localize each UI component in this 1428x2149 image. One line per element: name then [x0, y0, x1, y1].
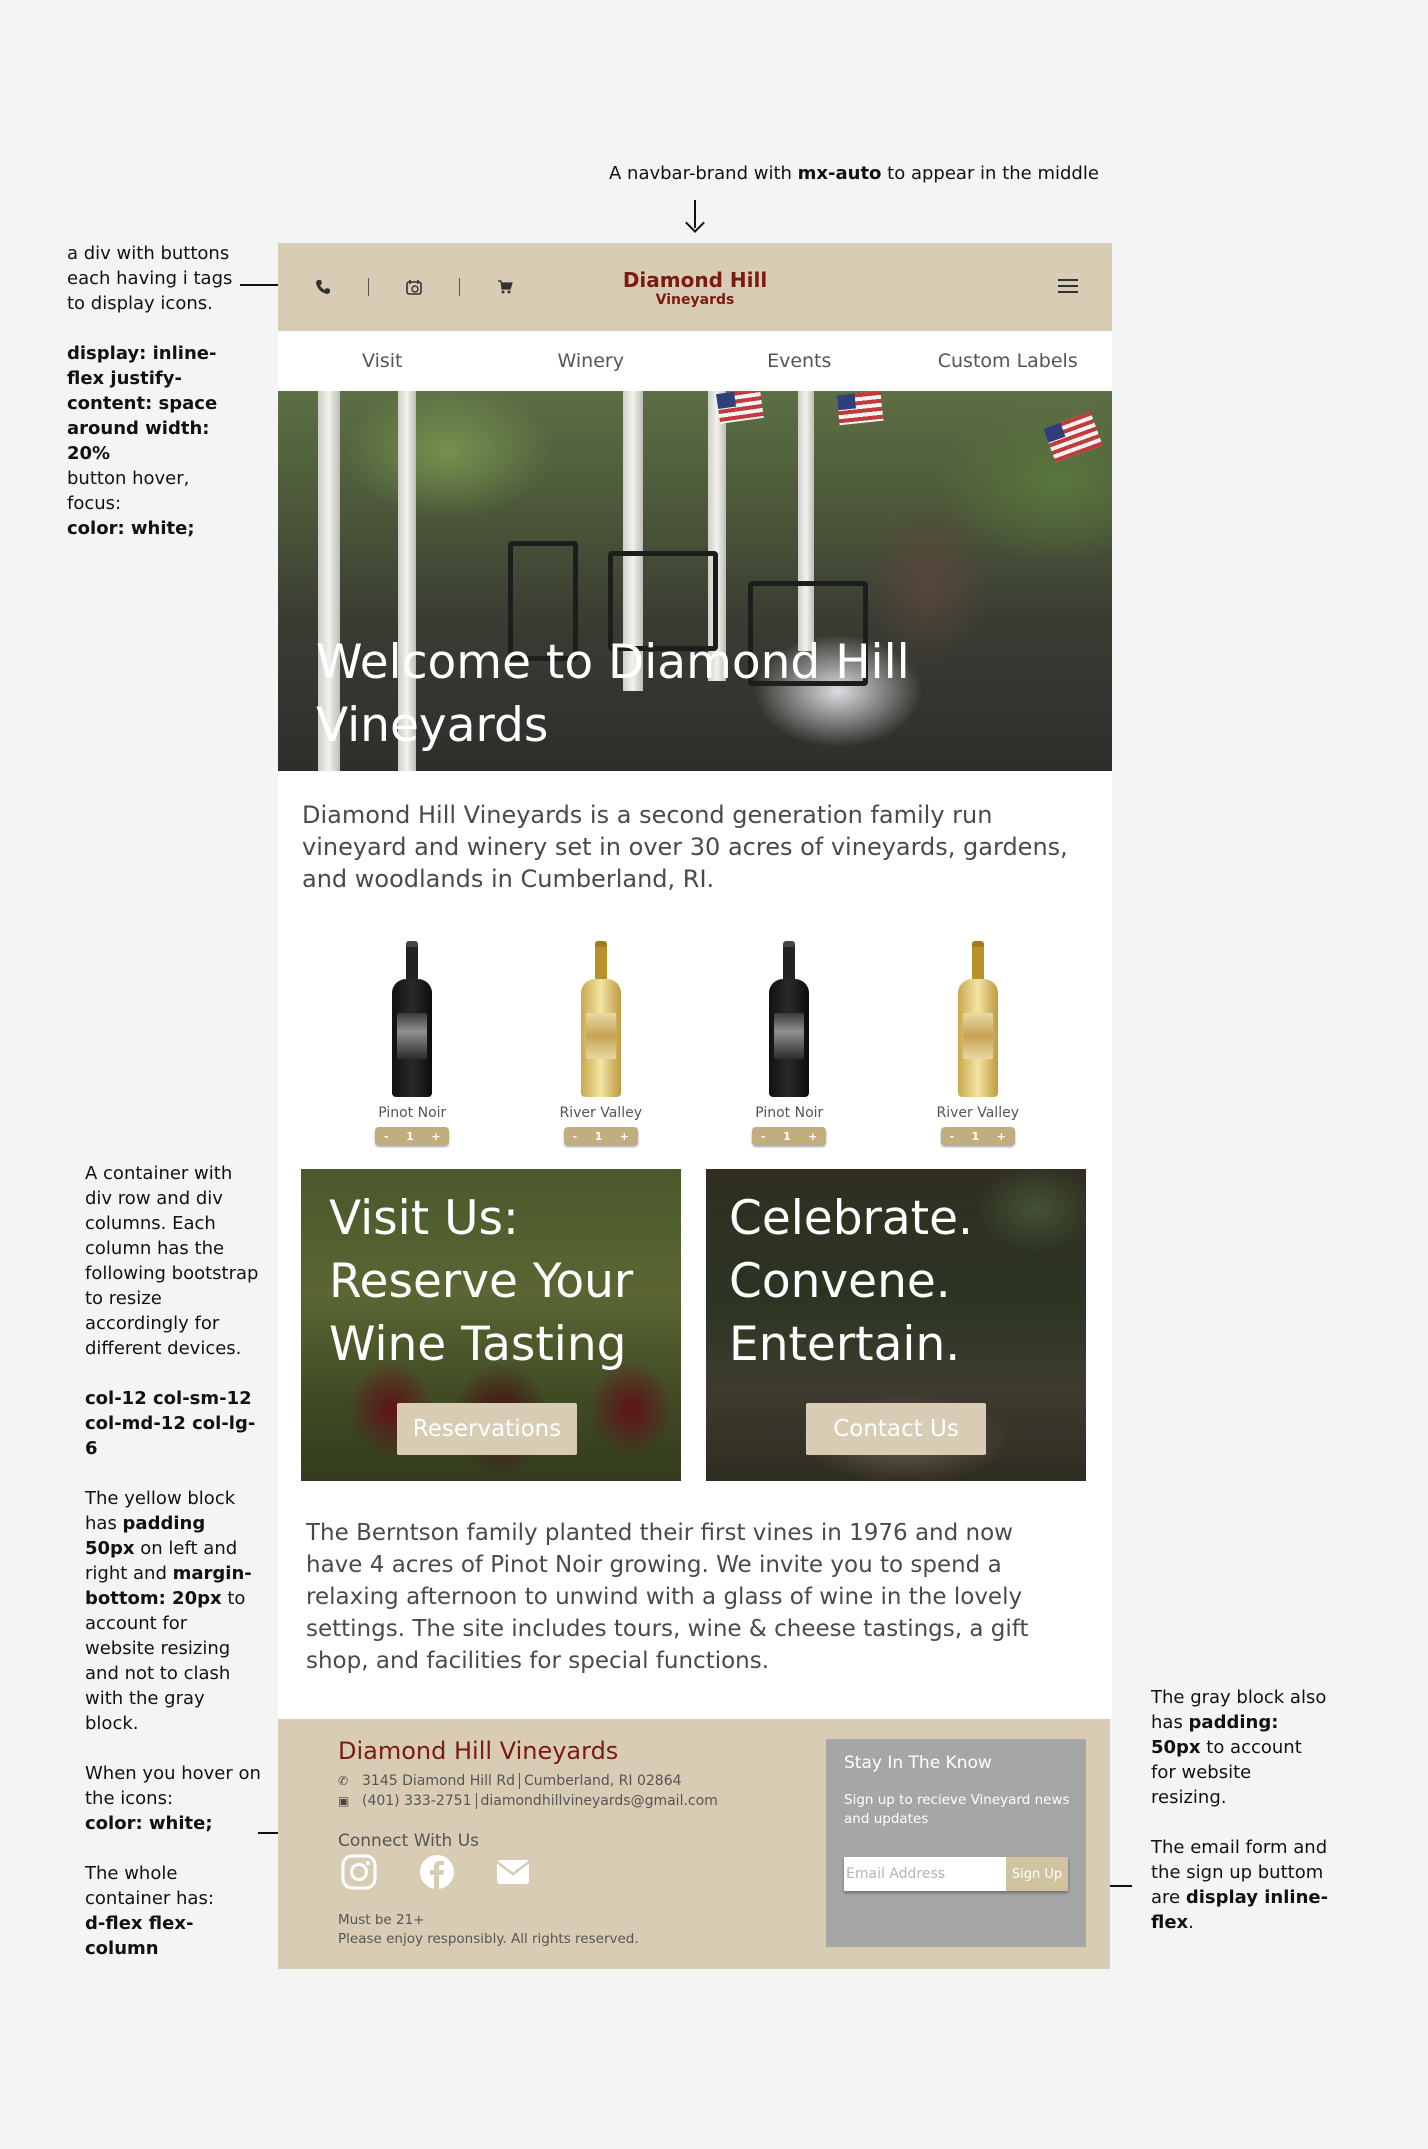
footer-phone[interactable]: (401) 333-2751	[362, 1793, 472, 1809]
newsletter-block: Stay In The Know Sign up to recieve Vine…	[826, 1739, 1086, 1947]
main-nav: Visit Winery Events Custom Labels	[278, 331, 1112, 391]
footer-email[interactable]: diamondhillvineyards@gmail.com	[481, 1793, 718, 1809]
arrow-down	[694, 200, 696, 228]
visit-card-title: Visit Us: Reserve Your Wine Tasting	[329, 1191, 634, 1372]
american-flag	[716, 391, 764, 424]
wine-name: Pinot Noir	[755, 1105, 824, 1121]
connect-heading: Connect With Us	[338, 1831, 479, 1851]
annotation-icon-buttons: a div with buttons each having i tags to…	[67, 243, 233, 539]
wine-item: Pinot Noir - 1 +	[357, 941, 467, 1145]
newsletter-title: Stay In The Know	[844, 1753, 992, 1773]
american-flag	[1043, 411, 1103, 463]
quantity-stepper: - 1 +	[940, 1127, 1015, 1145]
map-icon: ▣	[338, 1794, 350, 1808]
wine-item: River Valley - 1 +	[546, 941, 656, 1145]
hero-title: Welcome to Diamond Hill Vineyards	[316, 635, 910, 753]
quantity-value: 1	[406, 1129, 414, 1143]
decrement-button[interactable]: -	[384, 1130, 389, 1143]
quantity-stepper: - 1 +	[375, 1127, 450, 1145]
increment-button[interactable]: +	[997, 1130, 1006, 1143]
facebook-icon[interactable]	[418, 1853, 458, 1893]
increment-button[interactable]: +	[620, 1130, 629, 1143]
footer-address-row: ✆ 3145 Diamond Hill Rd Cumberland, RI 02…	[338, 1773, 682, 1789]
celebrate-card: Celebrate. Convene. Entertain. Contact U…	[706, 1169, 1086, 1481]
wine-bottle-image[interactable]	[769, 941, 810, 1097]
american-flag	[836, 391, 884, 426]
increment-button[interactable]: +	[431, 1130, 440, 1143]
newsletter-form: Sign Up	[844, 1857, 1068, 1891]
content-area: Diamond Hill Vineyards is a second gener…	[278, 771, 1112, 1719]
instagram-icon[interactable]	[340, 1853, 380, 1893]
wine-name: River Valley	[559, 1105, 642, 1121]
wine-bottle-image[interactable]	[957, 941, 998, 1097]
footer-title: Diamond Hill Vineyards	[338, 1737, 619, 1765]
reservations-button[interactable]: Reservations	[397, 1403, 577, 1455]
quantity-value: 1	[971, 1129, 980, 1143]
wine-name: Pinot Noir	[378, 1105, 447, 1121]
quantity-value: 1	[594, 1129, 603, 1143]
phone-small-icon: ✆	[338, 1774, 349, 1788]
contact-us-button[interactable]: Contact Us	[806, 1403, 986, 1455]
increment-button[interactable]: +	[808, 1130, 817, 1143]
mail-icon[interactable]	[494, 1853, 534, 1893]
quantity-value: 1	[783, 1129, 791, 1143]
wine-item: Pinot Noir - 1 +	[734, 941, 844, 1145]
wine-bottle-image[interactable]	[580, 941, 621, 1097]
nav-item-visit[interactable]: Visit	[278, 331, 487, 391]
intro-text: Diamond Hill Vineyards is a second gener…	[302, 801, 1068, 893]
nav-item-custom-labels[interactable]: Custom Labels	[904, 331, 1113, 391]
celebrate-card-title: Celebrate. Convene. Entertain.	[729, 1191, 973, 1372]
site-footer: Diamond Hill Vineyards ✆ 3145 Diamond Hi…	[278, 1719, 1110, 1969]
footer-legal: Must be 21+ Please enjoy responsibly. Al…	[338, 1912, 639, 1947]
wine-item: River Valley - 1 +	[923, 941, 1033, 1145]
nav-item-events[interactable]: Events	[695, 331, 904, 391]
quantity-stepper: - 1 +	[752, 1127, 827, 1145]
annotation-footer-icons: When you hover on the icons: color: whit…	[85, 1763, 261, 1959]
navbar-brand[interactable]: Diamond Hill Vineyards	[278, 269, 1112, 309]
hero-banner: Welcome to Diamond Hill Vineyards	[278, 391, 1112, 771]
decrement-button[interactable]: -	[573, 1130, 578, 1143]
promo-cards: Visit Us: Reserve Your Wine Tasting Rese…	[278, 1169, 1112, 1481]
decrement-button[interactable]: -	[950, 1130, 955, 1143]
annotation-navbar-brand: A navbar-brand with mx-auto to appear in…	[609, 163, 1099, 184]
annotation-container-columns: A container with div row and div columns…	[85, 1163, 259, 1734]
website-mockup: Diamond Hill Vineyards Visit Winery Even…	[278, 243, 1112, 1969]
footer-contact-row: ▣ (401) 333-2751 diamondhillvineyards@gm…	[338, 1793, 718, 1809]
annotation-gray-block: The gray block also has padding: 50px to…	[1151, 1687, 1329, 1933]
visit-card: Visit Us: Reserve Your Wine Tasting Rese…	[301, 1169, 681, 1481]
top-navbar: Diamond Hill Vineyards	[278, 243, 1112, 331]
decrement-button[interactable]: -	[761, 1130, 766, 1143]
story-text: The Berntson family planted their first …	[306, 1520, 1029, 1674]
wine-name: River Valley	[936, 1105, 1019, 1121]
sign-up-button[interactable]: Sign Up	[1006, 1857, 1068, 1891]
wine-bottle-image[interactable]	[392, 941, 433, 1097]
menu-icon[interactable]	[1058, 275, 1078, 297]
wine-list: Pinot Noir - 1 + River Valley - 1 + Pino…	[278, 919, 1112, 1169]
newsletter-text: Sign up to recieve Vineyard news and upd…	[844, 1792, 1070, 1827]
nav-item-winery[interactable]: Winery	[487, 331, 696, 391]
quantity-stepper: - 1 +	[563, 1127, 638, 1145]
email-input[interactable]	[844, 1857, 1006, 1891]
